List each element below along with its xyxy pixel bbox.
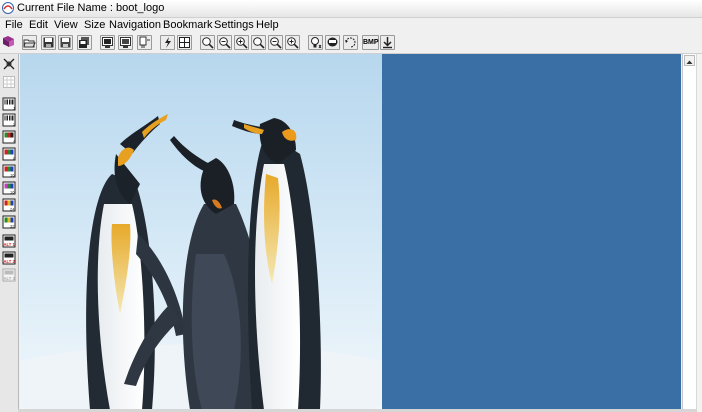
toolbar: BMP [0,33,702,54]
vertical-scrollbar[interactable] [682,54,696,410]
window-edge [696,54,702,412]
svg-text:8: 8 [13,156,16,161]
bmp-icon[interactable]: BMP [362,35,379,50]
zoom-icon[interactable] [217,35,232,50]
svg-text:2: 2 [13,122,16,127]
window-title: Current File Name : boot_logo [17,2,165,14]
rotate-icon[interactable] [343,35,358,50]
svg-text:24: 24 [10,207,15,212]
menu-edit[interactable]: Edit [29,19,48,31]
zoom-icon[interactable] [234,35,249,50]
tool-sidebar: 1 2 4 8 16 16 24 32 ALT 1 ALT 2 ALT 3 [0,54,19,412]
mode-4-icon[interactable]: 4 [2,130,16,144]
zoom-icon[interactable] [285,35,300,50]
svg-text:16: 16 [10,190,15,195]
menu-view[interactable]: View [54,19,78,31]
grid-icon[interactable] [2,75,16,89]
menu-navigation[interactable]: Navigation [109,19,161,31]
mode-24-icon[interactable]: 24 [2,198,16,212]
book-icon[interactable] [2,35,17,50]
mode-16b-icon[interactable]: 16 [2,181,16,195]
zoom-icon[interactable] [251,35,266,50]
lightning-icon[interactable] [160,35,175,50]
menu-bar: File Edit View Size Navigation Bookmark … [0,18,702,33]
grid-icon[interactable] [177,35,192,50]
mask-icon[interactable] [325,35,340,50]
crosshair-icon[interactable] [2,57,16,71]
flash-icon[interactable] [137,35,152,50]
alt-1-icon[interactable]: ALT 1 [2,234,16,248]
mode-1-icon[interactable]: 1 [2,97,16,111]
scroll-up-arrow-icon[interactable] [684,55,695,66]
svg-text:ALT 3: ALT 3 [4,276,16,281]
menu-size[interactable]: Size [84,19,105,31]
menu-bookmark[interactable]: Bookmark [163,19,213,31]
svg-text:1: 1 [13,106,16,111]
menu-file[interactable]: File [5,19,23,31]
monitor-icon[interactable] [100,35,115,50]
save-all-icon[interactable] [77,35,92,50]
alt-2-icon[interactable]: ALT 2 [2,251,16,265]
svg-text:4: 4 [13,139,16,144]
menu-help[interactable]: Help [256,19,279,31]
save-icon[interactable] [41,35,56,50]
image-canvas[interactable] [20,54,681,410]
svg-text:ALT 1: ALT 1 [4,242,16,247]
mode-2-icon[interactable]: 2 [2,113,16,127]
title-bar: Current File Name : boot_logo [0,0,702,18]
mode-32-icon[interactable]: 32 [2,215,16,229]
mode-8-icon[interactable]: 8 [2,147,16,161]
bulb-icon[interactable] [308,35,323,50]
svg-text:32: 32 [10,224,15,229]
mode-16-icon[interactable]: 16 [2,164,16,178]
penguins-icon [20,54,382,410]
svg-text:ALT 2: ALT 2 [4,259,16,264]
alt-3-icon[interactable]: ALT 3 [2,268,16,282]
zoom-icon[interactable] [268,35,283,50]
zoom-icon[interactable] [200,35,215,50]
menu-settings[interactable]: Settings [214,19,254,31]
svg-text:16: 16 [10,173,15,178]
monitor-icon[interactable] [118,35,133,50]
download-icon[interactable] [380,35,395,50]
open-folder-icon[interactable] [22,35,37,50]
save-as-icon[interactable] [58,35,73,50]
app-logo-icon [2,2,14,14]
